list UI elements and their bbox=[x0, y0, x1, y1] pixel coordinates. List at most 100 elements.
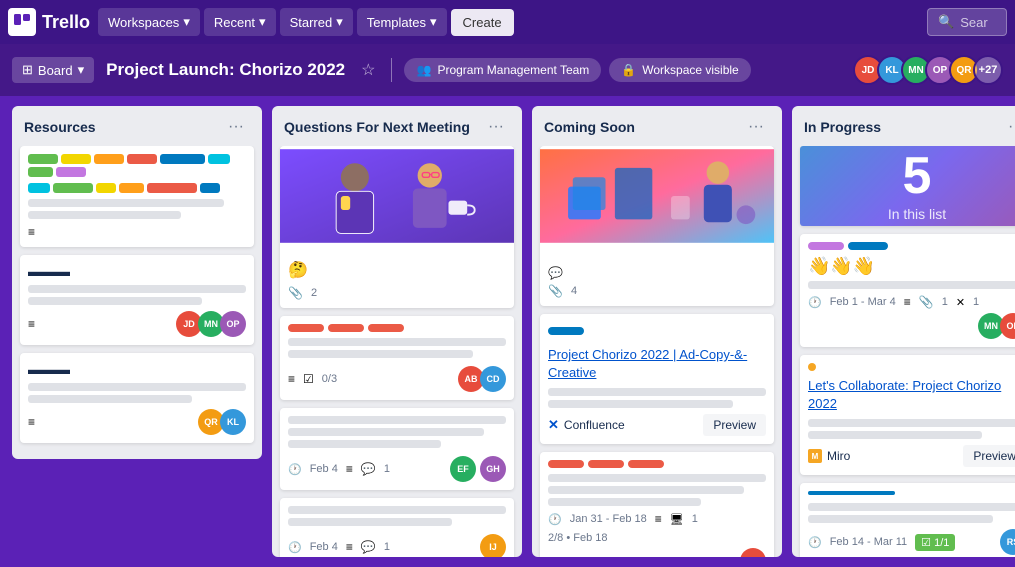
workspace-visible-button[interactable]: 🔒 Workspace visible bbox=[609, 58, 750, 82]
card[interactable]: 🤔 📎 2 bbox=[280, 146, 514, 308]
confluence-icon: ✕ bbox=[548, 417, 559, 433]
list-icon: ≡ bbox=[346, 540, 353, 554]
date-range: Feb 14 - Mar 11 bbox=[830, 536, 907, 548]
label-green3 bbox=[53, 183, 93, 193]
label-red bbox=[127, 154, 157, 164]
checklist-badge: ☑ 1/1 bbox=[915, 534, 955, 551]
card[interactable]: ▬▬▬ ≡ JD MN OP bbox=[20, 255, 254, 345]
card[interactable]: ≡ ☑ 0/3 AB CD bbox=[280, 316, 514, 400]
date-range: Feb 1 - Mar 4 bbox=[830, 296, 896, 308]
card-title: Let's Collaborate: Project Chorizo 2022 bbox=[808, 377, 1015, 413]
screen-count: 1 bbox=[973, 296, 979, 308]
card-avatars: QR KL bbox=[198, 409, 246, 435]
clock-icon: 🕐 bbox=[288, 463, 302, 476]
list-icon: ≡ bbox=[346, 462, 353, 476]
card-link[interactable]: Project Chorizo 2022 | Ad-Copy-&-Creativ… bbox=[548, 347, 747, 380]
lock-icon: 🔒 bbox=[621, 63, 636, 77]
preview-button[interactable]: Preview bbox=[963, 445, 1015, 467]
confluence-row: ✕ Confluence Preview bbox=[548, 414, 766, 436]
card-meta: 💬 bbox=[548, 266, 766, 280]
card-color-labels bbox=[28, 154, 246, 177]
templates-menu[interactable]: Templates ▾ bbox=[357, 8, 447, 36]
placeholder-line bbox=[288, 416, 506, 424]
stat-label: In this list bbox=[888, 206, 946, 222]
board-view-button[interactable]: ⊞ Board ▾ bbox=[12, 57, 94, 83]
card-footer: ≡ QR KL bbox=[28, 409, 246, 435]
confluence-label: ✕ Confluence bbox=[548, 417, 625, 433]
label-yellow2 bbox=[96, 183, 116, 193]
star-button[interactable]: ☆ bbox=[357, 56, 379, 84]
board-header: ⊞ Board ▾ Project Launch: Chorizo 2022 ☆… bbox=[0, 44, 1015, 96]
search-box[interactable]: 🔍 Sear bbox=[927, 8, 1007, 36]
placeholder-line bbox=[808, 419, 1015, 427]
card-emoji: 👋👋👋 bbox=[808, 256, 1015, 277]
column-menu-button[interactable]: ··· bbox=[482, 116, 510, 138]
placeholder-line bbox=[288, 506, 506, 514]
separator bbox=[391, 58, 392, 82]
miro-row: M Miro Preview bbox=[808, 445, 1015, 467]
clock-icon: 🕐 bbox=[808, 536, 822, 549]
workspaces-menu[interactable]: Workspaces ▾ bbox=[98, 8, 200, 36]
placeholder-line bbox=[28, 297, 202, 305]
attach-count: 1 bbox=[942, 296, 948, 308]
card-labels bbox=[288, 324, 506, 332]
card[interactable]: 🕐 Feb 4 ≡ 💬 1 EF GH bbox=[280, 408, 514, 490]
card-collaborate[interactable]: Let's Collaborate: Project Chorizo 2022 … bbox=[800, 355, 1015, 475]
label-orange bbox=[94, 154, 124, 164]
create-button[interactable]: Create bbox=[451, 9, 514, 36]
label-red2 bbox=[328, 324, 364, 332]
chevron-down-icon: ▾ bbox=[336, 14, 343, 30]
list-icon: ≡ bbox=[904, 295, 911, 309]
column-menu-button[interactable]: ··· bbox=[222, 116, 250, 138]
card-avatars: JD MN OP bbox=[176, 311, 246, 337]
label-blue bbox=[848, 242, 888, 250]
stat-number: 5 bbox=[903, 150, 932, 202]
trello-wordmark: Trello bbox=[42, 12, 90, 33]
card[interactable]: 🕐 Feb 4 ≡ 💬 1 IJ bbox=[280, 498, 514, 557]
column-menu-button[interactable]: ··· bbox=[1002, 116, 1015, 138]
placeholder-line bbox=[548, 486, 744, 494]
screen-icon: ✕ bbox=[956, 296, 965, 309]
card-in-progress-cover[interactable]: 5 In this list bbox=[800, 146, 1015, 226]
card[interactable]: Project Chorizo 2022 | Ad-Copy-&-Creativ… bbox=[540, 314, 774, 444]
label-red3 bbox=[628, 460, 664, 468]
card-cover-stats: 5 In this list bbox=[800, 146, 1015, 226]
card[interactable]: 👋👋👋 🕐 Feb 1 - Mar 4 ≡ 📎 1 ✕ 1 MN OP bbox=[800, 234, 1015, 347]
card[interactable]: 🕐 Jan 31 - Feb 18 ≡ 🖥 1 2/8 • Feb 18 KL bbox=[540, 452, 774, 557]
column-menu-button[interactable]: ··· bbox=[742, 116, 770, 138]
card-content: 💬 📎 4 bbox=[540, 252, 774, 306]
date-value: Feb 4 bbox=[310, 463, 338, 475]
date-range: Jan 31 - Feb 18 bbox=[570, 513, 647, 525]
recent-menu[interactable]: Recent ▾ bbox=[204, 8, 276, 36]
list-icon: ≡ bbox=[28, 415, 35, 429]
preview-button[interactable]: Preview bbox=[703, 414, 766, 436]
checklist-icon: ☑ bbox=[303, 372, 314, 386]
placeholder-line bbox=[28, 285, 246, 293]
miro-text: Miro bbox=[827, 449, 850, 463]
comment-icon: 💬 bbox=[548, 266, 563, 280]
clock-icon: 🕐 bbox=[808, 296, 822, 309]
screen-icon: 🖥 bbox=[670, 513, 684, 526]
label-red bbox=[548, 460, 584, 468]
chevron-down-icon: ▾ bbox=[183, 14, 190, 30]
card-label-icon-row bbox=[808, 363, 1015, 371]
card[interactable]: 🕐 Feb 14 - Mar 11 ☑ 1/1 RS TU bbox=[800, 483, 1015, 557]
paperclip-icon: 📎 bbox=[288, 286, 303, 300]
card-cover-image bbox=[280, 146, 514, 246]
avatar: GH bbox=[480, 456, 506, 482]
team-icon: 👥 bbox=[416, 63, 431, 77]
label-purple bbox=[56, 167, 86, 177]
label-blue bbox=[548, 327, 584, 335]
card-link[interactable]: Let's Collaborate: Project Chorizo 2022 bbox=[808, 378, 1001, 411]
starred-menu[interactable]: Starred ▾ bbox=[280, 8, 353, 36]
placeholder-line bbox=[548, 474, 766, 482]
avatar: IJ bbox=[480, 534, 506, 557]
avatar: KL bbox=[220, 409, 246, 435]
card[interactable]: 💬 📎 4 bbox=[540, 146, 774, 306]
card-meta: 🕐 Feb 4 ≡ 💬 1 EF GH bbox=[288, 456, 506, 482]
card[interactable]: ≡ bbox=[20, 146, 254, 247]
label-teal bbox=[208, 154, 230, 164]
avatar: RS bbox=[1000, 529, 1015, 555]
program-team-button[interactable]: 👥 Program Management Team bbox=[404, 58, 601, 82]
card[interactable]: ▬▬▬ ≡ QR KL bbox=[20, 353, 254, 443]
